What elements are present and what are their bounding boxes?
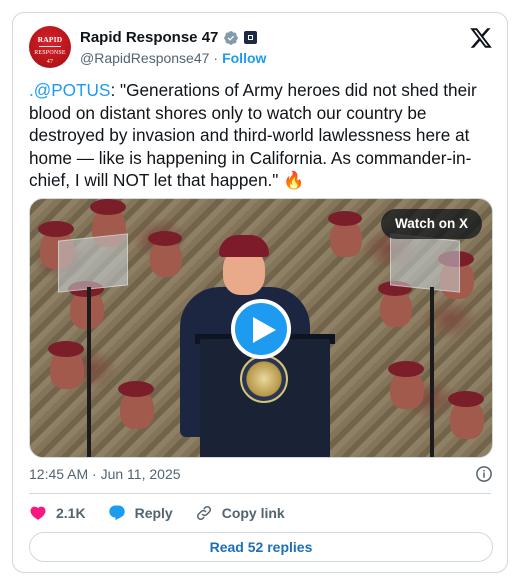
teleprompter-left bbox=[58, 233, 128, 293]
author-name-row: Rapid Response 47 bbox=[80, 29, 258, 46]
info-icon[interactable] bbox=[475, 465, 493, 483]
reply-bubble-icon bbox=[108, 505, 125, 521]
play-button[interactable] bbox=[231, 299, 291, 359]
tweet-text: .@POTUS: "Generations of Army heroes did… bbox=[29, 79, 497, 192]
action-bar: 2.1K Reply Copy link bbox=[29, 501, 285, 525]
read-replies-button[interactable]: Read 52 replies bbox=[29, 532, 493, 562]
teleprompter-right bbox=[390, 233, 460, 293]
verified-badge-icon bbox=[224, 30, 239, 45]
handle-row: @RapidResponse47 · Follow bbox=[80, 50, 266, 66]
like-count: 2.1K bbox=[56, 505, 86, 521]
divider bbox=[29, 493, 491, 494]
author-name[interactable]: Rapid Response 47 bbox=[80, 29, 218, 46]
reply-label: Reply bbox=[134, 505, 173, 521]
avatar[interactable]: RAPID RESPONSE 47 bbox=[29, 26, 71, 68]
avatar-logo: RAPID RESPONSE 47 bbox=[34, 35, 66, 65]
copy-link-label: Copy link bbox=[221, 505, 285, 521]
affiliate-badge-icon bbox=[244, 31, 258, 44]
tweet-card: RAPID RESPONSE 47 Rapid Response 47 @Rap… bbox=[12, 12, 508, 573]
copy-link-button[interactable]: Copy link bbox=[195, 504, 285, 522]
play-icon bbox=[253, 317, 276, 343]
like-button[interactable]: 2.1K bbox=[29, 504, 86, 522]
reply-button[interactable]: Reply bbox=[108, 504, 173, 522]
mention-link[interactable]: .@POTUS bbox=[29, 80, 110, 100]
timestamp[interactable]: 12:45 AM · Jun 11, 2025 bbox=[29, 466, 181, 482]
presidential-seal bbox=[240, 355, 288, 403]
author-handle[interactable]: @RapidResponse47 bbox=[80, 50, 209, 66]
link-icon bbox=[196, 505, 211, 521]
x-logo-icon[interactable] bbox=[469, 26, 493, 50]
watch-on-x-button[interactable]: Watch on X bbox=[381, 209, 482, 239]
separator: · bbox=[213, 50, 219, 66]
follow-button[interactable]: Follow bbox=[222, 50, 266, 66]
fire-emoji: 🔥 bbox=[283, 170, 305, 190]
video-thumbnail[interactable]: Watch on X bbox=[29, 198, 493, 458]
heart-icon bbox=[30, 506, 46, 520]
